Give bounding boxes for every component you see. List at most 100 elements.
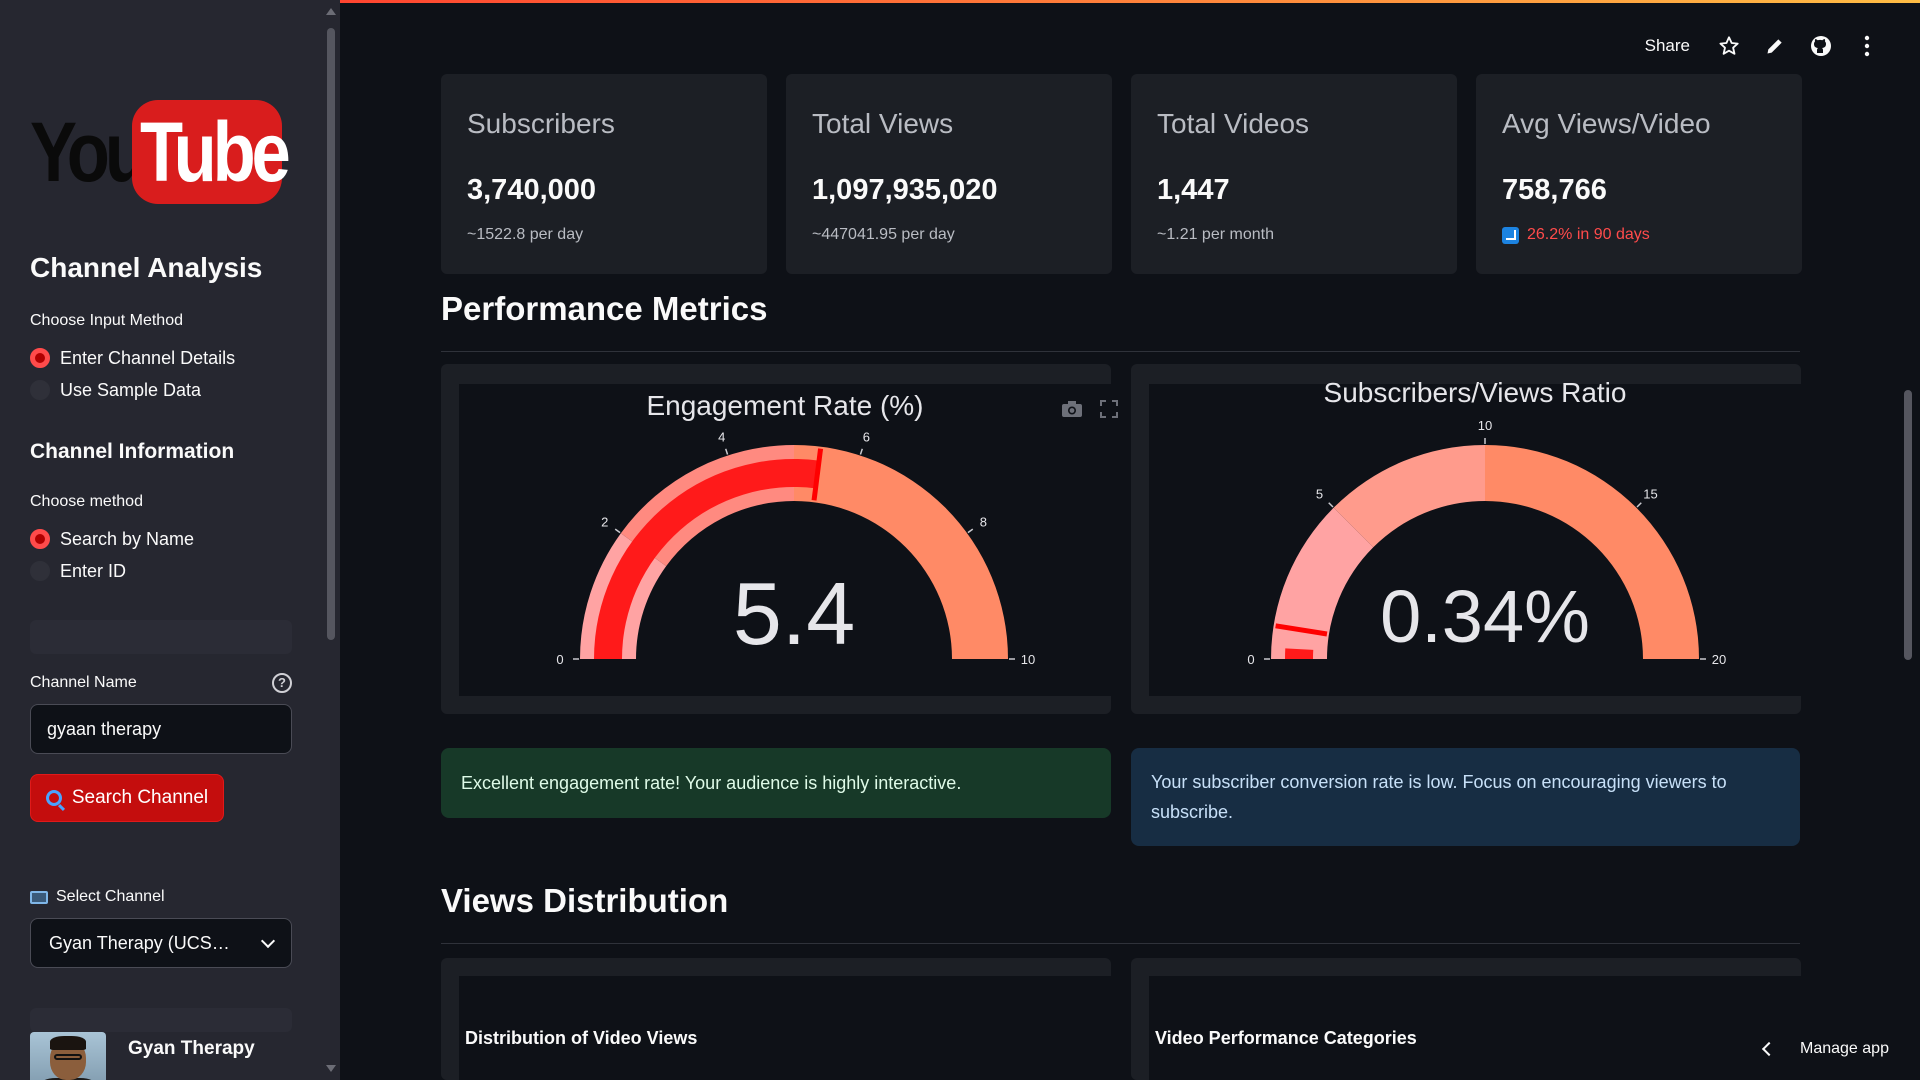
- metric-card-total-views: Total Views 1,097,935,020 ~447041.95 per…: [786, 74, 1112, 274]
- section-divider: [441, 943, 1800, 944]
- radio-label: Use Sample Data: [60, 379, 202, 400]
- manage-app-button[interactable]: Manage app: [1761, 1040, 1889, 1058]
- select-channel-label: Select Channel: [30, 888, 165, 906]
- gauge-value-text: 5.4: [733, 564, 855, 663]
- tv-icon: [30, 890, 48, 904]
- metric-card-subscribers: Subscribers 3,740,000 ~1522.8 per day: [441, 74, 767, 274]
- input-method-label: Choose Input Method: [30, 312, 183, 329]
- search-channel-button[interactable]: Search Channel: [30, 774, 224, 822]
- chart-subtitle: Distribution of Video Views: [465, 1028, 698, 1048]
- gauge-tick-mark: [724, 448, 729, 455]
- metric-card-avg-views: Avg Views/Video 758,766 26.2% in 90 days: [1476, 74, 1802, 274]
- sub-views-gauge-card: Subscribers/Views Ratio 0 5 10 15 20 0.34%: [1131, 364, 1801, 714]
- metric-card-total-videos: Total Videos 1,447 ~1.21 per month: [1131, 74, 1457, 274]
- radio-label: Search by Name: [60, 528, 195, 549]
- gauge-tick-mark: [967, 528, 974, 534]
- metric-value: 1,447: [1157, 174, 1230, 206]
- metric-label: Subscribers: [467, 108, 615, 139]
- gauge-tick-label: 2: [601, 514, 608, 529]
- gauge-tick-label: 5: [1316, 487, 1323, 502]
- manage-app-label: Manage app: [1800, 1040, 1889, 1057]
- gauge-tick-mark: [614, 528, 621, 534]
- sidebar: You Tube Channel Analysis Choose Input M…: [0, 0, 340, 1080]
- gauge-tick-label: 6: [863, 429, 870, 444]
- views-distribution-plot: Distribution of Video Views: [459, 976, 1111, 1080]
- gauge-tick-mark: [1636, 502, 1642, 508]
- sidebar-scrollbar[interactable]: [326, 8, 336, 1072]
- choose-method-label: Choose method: [30, 493, 143, 510]
- metric-delta-text: 26.2% in 90 days: [1527, 226, 1650, 243]
- more-vertical-icon[interactable]: [1854, 33, 1880, 59]
- metric-value: 758,766: [1502, 174, 1607, 206]
- radio-enter-id[interactable]: Enter ID: [30, 558, 126, 584]
- chart-subtitle: Video Performance Categories: [1155, 1028, 1417, 1048]
- metric-delta: ~447041.95 per day: [812, 226, 955, 243]
- gauge-tick-label: 0: [556, 652, 563, 667]
- sub-views-gauge: 0 5 10 15 20 0.34%: [1247, 418, 1726, 667]
- channel-name-label: Channel Name: [30, 674, 137, 691]
- views-distribution-heading: Views Distribution: [441, 882, 729, 919]
- radio-enter-channel-details[interactable]: Enter Channel Details: [30, 345, 235, 371]
- github-icon[interactable]: [1808, 33, 1834, 59]
- sub-views-gauge-plot: Subscribers/Views Ratio 0 5 10 15 20 0.34%: [1149, 377, 1801, 696]
- gauge-tick-label: 10: [1021, 652, 1035, 667]
- sidebar-title: Channel Analysis: [30, 252, 263, 283]
- gauge-tick-mark: [1328, 502, 1334, 508]
- channel-information-heading: Channel Information: [30, 440, 235, 463]
- sidebar-scroll-thumb[interactable]: [327, 28, 335, 640]
- gauge-value-bar: [1285, 648, 1314, 659]
- radio-unselected-icon: [30, 380, 50, 400]
- search-button-label: Search Channel: [71, 787, 209, 808]
- app-toolbar: Share: [1645, 30, 1880, 62]
- share-button[interactable]: Share: [1645, 36, 1690, 56]
- channel-name-input[interactable]: [30, 704, 292, 754]
- engagement-success-alert: Excellent engagement rate! Your audience…: [441, 748, 1111, 818]
- performance-metrics-heading: Performance Metrics: [441, 290, 768, 327]
- conversion-info-alert: Your subscriber conversion rate is low. …: [1131, 748, 1800, 846]
- radio-label: Enter ID: [60, 560, 127, 581]
- gauge-tick-mark: [859, 448, 864, 455]
- metric-value: 3,740,000: [467, 174, 597, 206]
- radio-search-by-name[interactable]: Search by Name: [30, 526, 194, 552]
- radio-selected-icon: [30, 348, 50, 368]
- section-divider: [441, 351, 1800, 352]
- scroll-down-icon[interactable]: [326, 1065, 336, 1072]
- radio-use-sample-data[interactable]: Use Sample Data: [30, 377, 201, 403]
- pencil-icon[interactable]: [1762, 33, 1788, 59]
- engagement-gauge-card: Engagement Rate (%) 0 2 4 6 8 10 5.4: [441, 364, 1118, 714]
- logo-text-you: You: [30, 105, 148, 199]
- logo-text-tube: Tube: [140, 105, 291, 199]
- views-distribution-card: Distribution of Video Views: [441, 958, 1111, 1080]
- metric-label: Avg Views/Video: [1502, 108, 1711, 139]
- channel-select-dropdown[interactable]: Gyan Therapy (UCS…: [30, 918, 292, 968]
- metric-delta: ~1.21 per month: [1157, 226, 1274, 243]
- gauge-tick-label: 20: [1712, 652, 1726, 667]
- sidebar-placeholder-block: [30, 620, 292, 654]
- gauge-value-text: 0.34%: [1380, 575, 1590, 658]
- gauge-tick-label: 4: [718, 429, 725, 444]
- metric-delta: ~1522.8 per day: [467, 226, 584, 243]
- help-icon[interactable]: ?: [272, 673, 292, 693]
- gauge-tick-label: 15: [1643, 487, 1657, 502]
- scroll-up-icon[interactable]: [326, 8, 336, 15]
- gauge-tick-label: 0: [1247, 652, 1254, 667]
- engagement-gauge: 0 2 4 6 8 10 5.4: [556, 429, 1035, 667]
- engagement-gauge-plot: Engagement Rate (%) 0 2 4 6 8 10 5.4: [459, 384, 1118, 696]
- alert-text: Excellent engagement rate! Your audience…: [461, 773, 962, 793]
- youtube-logo: You Tube: [30, 100, 291, 205]
- alert-text: Your subscriber conversion rate is low. …: [1151, 772, 1727, 822]
- metric-value: 1,097,935,020: [812, 174, 998, 206]
- radio-label: Enter Channel Details: [60, 347, 236, 368]
- radio-unselected-icon: [30, 561, 50, 581]
- main-scroll-thumb[interactable]: [1904, 390, 1912, 660]
- performance-categories-plot: Video Performance Categories: [1149, 976, 1801, 1080]
- trend-down-icon: [1502, 226, 1519, 244]
- star-icon[interactable]: [1716, 33, 1742, 59]
- select-channel-label-text: Select Channel: [56, 888, 165, 905]
- sidebar-placeholder-block: [30, 1008, 292, 1032]
- chevron-left-icon: [1761, 1041, 1777, 1057]
- radio-selected-icon: [30, 529, 50, 549]
- channel-card-name: Gyan Therapy: [128, 1038, 255, 1059]
- metric-label: Total Views: [812, 108, 954, 139]
- magnifier-icon: [45, 790, 62, 806]
